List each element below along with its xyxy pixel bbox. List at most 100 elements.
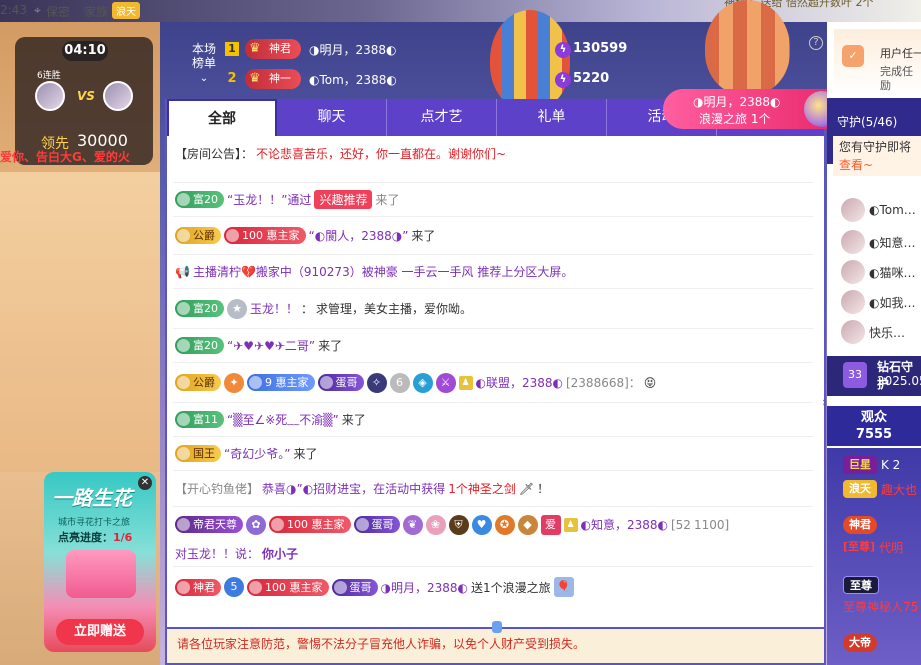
wealth-badge: 富20 bbox=[175, 191, 224, 208]
gift-toast: ◑明月，2388◐ 浪漫之旅 1个 bbox=[663, 89, 846, 129]
guard-tip[interactable]: 您有守护即将 查看~ bbox=[833, 136, 921, 176]
rank-badge: 神一 bbox=[245, 69, 301, 89]
nickname-badge: 蛋哥 bbox=[331, 578, 378, 596]
rank-user-name[interactable]: ◑明月，2388◐ bbox=[309, 41, 396, 58]
user-name[interactable]: ◐知意，2388◐ bbox=[581, 516, 668, 533]
user-name[interactable]: “✈♥✈♥✈二哥” bbox=[227, 337, 315, 354]
rank-badge: 神君 bbox=[245, 39, 301, 59]
gift-icon: 🎈 bbox=[553, 577, 574, 597]
audience-item[interactable]: [至尊] 代明 bbox=[843, 538, 903, 556]
top-status-bar: 2:43 ⌖ 保密 家族 浪天 神秘人 送给 悟然超升数叶 2个 bbox=[0, 0, 921, 22]
audience-item[interactable]: 至尊神秘人75 bbox=[843, 598, 918, 615]
rank-badge: 神君 bbox=[175, 578, 221, 596]
wealth-badge: 富20 bbox=[175, 337, 224, 354]
user-name[interactable]: “◐閬人，2388◑” bbox=[309, 227, 409, 244]
video-background bbox=[0, 172, 160, 472]
guard-item[interactable]: 快乐… bbox=[841, 320, 905, 344]
user-name[interactable]: “奇幻少爷。” bbox=[224, 445, 290, 462]
wealth-badge: 富20 bbox=[175, 300, 224, 317]
avatar bbox=[841, 290, 865, 314]
audience-list: 巨星 K 2 浪天 趣大也 神君 [至尊] 代明 至尊 至尊神秘人75 大帝 bbox=[827, 448, 921, 665]
chat-line-enter: 富20 “✈♥✈♥✈二哥” 来了 bbox=[173, 329, 813, 363]
top-status-private: 保密 bbox=[46, 5, 71, 19]
rank-badge: 帝君天尊 bbox=[175, 516, 243, 534]
right-sidebar: ✓ 用户任一 完成任 励 守护(5/46) 您有守护即将 查看~ ◐Tom… ◐知… bbox=[827, 22, 921, 665]
guard-list: ◐Tom… ◐知意… ◐猫咪… ◐如我… 快乐… bbox=[827, 190, 921, 360]
promo-card[interactable]: ✕ 一路生花 城市寻花打卡之旅 点亮进度：1/6 立即赠送 bbox=[44, 472, 156, 652]
promo-progress: 点亮进度：1/6 bbox=[58, 529, 132, 545]
ribbon-icon: ❀ bbox=[425, 514, 446, 535]
close-icon[interactable]: ✕ bbox=[138, 476, 152, 490]
send-gift-button[interactable]: 立即赠送 bbox=[56, 619, 144, 645]
number-icon: 6 bbox=[389, 372, 410, 393]
guard-panel[interactable]: 守护(5/46) 您有守护即将 查看~ bbox=[827, 98, 921, 176]
task-icon: ✓ bbox=[842, 45, 864, 67]
badge-icon: ◆ bbox=[517, 514, 538, 535]
star-icon: ✧ bbox=[366, 372, 387, 393]
pk-timer: 04:10 bbox=[62, 41, 108, 61]
audience-item[interactable]: 神君 bbox=[843, 516, 877, 534]
promo-title: 一路生花 bbox=[52, 486, 132, 510]
rank-row-2[interactable]: 2 神一 ◐Tom，2388◐ bbox=[225, 68, 397, 90]
sword-icon: ⚔ bbox=[435, 372, 456, 393]
user-name[interactable]: “玉龙！！”通过 bbox=[227, 191, 311, 208]
rank-badge: 国王 bbox=[175, 445, 221, 462]
top-time: 2:43 bbox=[0, 3, 27, 17]
rank-user-name[interactable]: ◐Tom，2388◐ bbox=[309, 71, 397, 88]
guard-item[interactable]: ◐如我… bbox=[841, 290, 915, 314]
toast-gift: 浪漫之旅 1个 bbox=[699, 112, 771, 126]
promo-progress-value: 1/6 bbox=[113, 531, 133, 544]
shield-icon: ⛨ bbox=[448, 514, 469, 535]
help-icon[interactable]: ? bbox=[809, 36, 823, 50]
chat-line-message: 富20 ★ 玉龙！！ ： 求管理，美女主播，爱你呦。 bbox=[173, 289, 813, 329]
user-name[interactable]: 玉龙！！ bbox=[250, 300, 298, 317]
rank-row-1[interactable]: 1 神君 ◑明月，2388◐ bbox=[225, 38, 396, 60]
tab-gift-list[interactable]: 礼单 bbox=[497, 99, 607, 136]
safety-warning: 请各位玩家注意防范，警惕不法分子冒充他人诈骗，以免个人财产受到损失。 bbox=[167, 621, 824, 663]
room-rank-board[interactable]: 本场榜单⌄ 1 神君 ◑明月，2388◐ ϟ130599 2 神一 ◐Tom，2… bbox=[165, 36, 825, 94]
family-tag: 浪天 bbox=[112, 2, 140, 19]
nickname-badge: 蛋哥 bbox=[353, 516, 400, 534]
chat-line-enter: 富11 “▒至∠※死﹏不渝▒” 来了 bbox=[173, 403, 813, 437]
rank-number: 2 bbox=[227, 71, 237, 86]
audience-item[interactable]: 至尊 bbox=[843, 576, 879, 594]
tab-chat[interactable]: 聊天 bbox=[277, 99, 387, 136]
audience-item[interactable]: 浪天 趣大也 bbox=[843, 480, 917, 498]
avatar bbox=[841, 198, 865, 222]
toast-user: ◑明月，2388◐ bbox=[693, 95, 781, 109]
user-name[interactable]: “▒至∠※死﹏不渝▒” bbox=[227, 411, 339, 428]
mission-card[interactable]: ✓ 用户任一 完成任 励 bbox=[834, 29, 921, 95]
fans-badge: 100 惠主家 bbox=[224, 227, 306, 244]
avatar bbox=[841, 320, 865, 344]
guard-item[interactable]: ◐知意… bbox=[841, 230, 915, 254]
guard-item[interactable]: ◐Tom… bbox=[841, 198, 916, 222]
rank-value-2: ϟ 5220 bbox=[555, 71, 609, 88]
user-icon: ♟ bbox=[458, 375, 473, 390]
tab-all[interactable]: 全部 bbox=[167, 99, 277, 136]
room-announcement: 【房间公告】： 不论悲喜苦乐，还好，你一直都在。谢谢你们~ bbox=[173, 141, 813, 183]
top-family: 家族 bbox=[84, 5, 109, 19]
pk-avatar-right bbox=[103, 81, 133, 111]
pk-streak: 6连胜 bbox=[37, 71, 61, 81]
chat-line-system: 📢 主播清柠💔搬家中（910273）被神豪 一手云一手风 推荐上分区大屏。 bbox=[173, 255, 813, 289]
guard-item[interactable]: ◐猫咪… bbox=[841, 260, 915, 284]
audience-item[interactable]: 巨星 K 2 bbox=[843, 456, 900, 474]
pk-panel[interactable]: 04:10 6连胜 VS 领先 30000 bbox=[15, 37, 153, 165]
rank-value-1: ϟ 130599 bbox=[555, 41, 627, 58]
resize-handle[interactable] bbox=[492, 621, 502, 633]
wealth-badge: 富11 bbox=[175, 411, 224, 428]
chat-line-enter: 公爵 100 惠主家 “◐閬人，2388◑” 来了 bbox=[173, 217, 813, 255]
tab-talent[interactable]: 点才艺 bbox=[387, 99, 497, 136]
user-name[interactable]: ◑明月，2388◐ bbox=[381, 579, 468, 596]
flower-icon: ✿ bbox=[246, 514, 266, 535]
user-name[interactable]: ◐联盟，2388◐ bbox=[476, 374, 563, 391]
diamond-guard[interactable]: 33 钻石守护 2025.05 bbox=[827, 356, 921, 396]
chat-line-enter: 富20 “玉龙！！”通过 兴趣推荐 来了 bbox=[173, 183, 813, 217]
audience-header[interactable]: 观众 7555 bbox=[827, 406, 921, 446]
live-video-left: 04:10 6连胜 VS 领先 30000 爱你、告白大G、爱的火 ✕ 一路生花… bbox=[0, 22, 160, 665]
emoji-icon: 😝 bbox=[643, 375, 657, 390]
pk-avatar-left bbox=[35, 81, 65, 111]
chat-message-list[interactable]: 【房间公告】： 不论悲喜苦乐，还好，你一直都在。谢谢你们~ 富20 “玉龙！！”通… bbox=[173, 141, 813, 607]
chat-line-message: 公爵 ✦ 9 惠主家 蛋哥 ✧ 6 ◈ ⚔ ♟ ◐联盟，2388◐ [23886… bbox=[173, 363, 813, 403]
audience-item[interactable]: 大帝 bbox=[843, 634, 877, 652]
